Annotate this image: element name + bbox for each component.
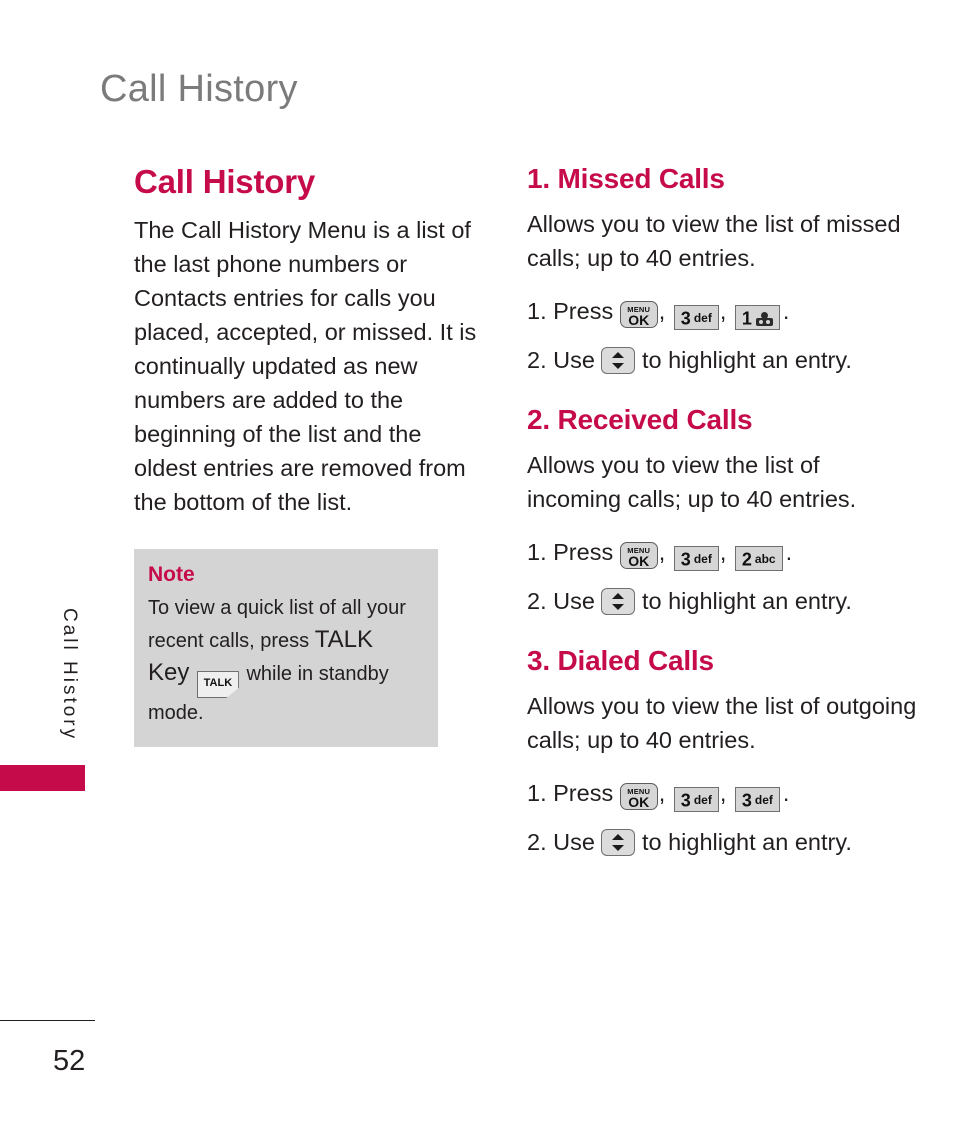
talk-key-icon: TALK xyxy=(196,671,239,698)
section-received-calls: 2. Received Calls Allows you to view the… xyxy=(527,404,919,619)
step-label: 2. Use xyxy=(527,829,595,855)
comma: , xyxy=(719,780,727,806)
period: . xyxy=(782,780,790,806)
section-missed-calls: 1. Missed Calls Allows you to view the l… xyxy=(527,163,919,378)
step-use-nav-missed-calls: 2. Use to highlight an entry. xyxy=(527,342,919,378)
comma: , xyxy=(658,539,666,565)
section-body-received-calls: Allows you to view the list of incoming … xyxy=(527,452,857,512)
note-box: Note To view a quick list of all your re… xyxy=(134,549,438,747)
digit-2-key-icon: 2 abc xyxy=(734,546,783,571)
page-number: 52 xyxy=(53,1045,86,1077)
period: . xyxy=(785,539,793,565)
step-press-missed-calls: 1. Press MENU OK , 3 def , 1 . xyxy=(527,293,919,330)
digit-3-key-icon: 3 def xyxy=(673,546,719,571)
left-column: Call History The Call History Menu is a … xyxy=(134,163,482,747)
menu-ok-key-icon: MENU OK xyxy=(619,301,658,328)
right-column: 1. Missed Calls Allows you to view the l… xyxy=(527,163,919,886)
comma: , xyxy=(719,539,727,565)
step-label: 1. Press xyxy=(527,780,614,806)
running-head: Call History xyxy=(100,68,298,110)
digit-3-key-icon: 3 def xyxy=(673,787,719,812)
step-press-received-calls: 1. Press MENU OK , 3 def , 2 abc . xyxy=(527,534,919,571)
comma: , xyxy=(658,780,666,806)
section-title-dialed-calls: 3. Dialed Calls xyxy=(527,645,714,676)
intro-paragraph: The Call History Menu is a list of the l… xyxy=(134,217,477,515)
navigation-up-down-key-icon xyxy=(601,347,636,374)
section-title-missed-calls: 1. Missed Calls xyxy=(527,163,725,194)
note-title: Note xyxy=(148,563,195,586)
step-suffix: to highlight an entry. xyxy=(641,588,852,614)
note-text: To view a quick list of all your recent … xyxy=(148,593,420,729)
step-suffix: to highlight an entry. xyxy=(641,347,852,373)
step-press-dialed-calls: 1. Press MENU OK , 3 def , 3 def . xyxy=(527,775,919,812)
page-title: Call History xyxy=(134,163,315,200)
period: . xyxy=(782,298,790,324)
menu-ok-key-icon: MENU OK xyxy=(619,783,658,810)
step-use-nav-dialed-calls: 2. Use to highlight an entry. xyxy=(527,824,919,860)
section-body-missed-calls: Allows you to view the list of missed ca… xyxy=(527,211,901,271)
navigation-up-down-key-icon xyxy=(601,588,636,615)
step-label: 2. Use xyxy=(527,347,595,373)
step-label: 2. Use xyxy=(527,588,595,614)
step-label: 1. Press xyxy=(527,539,614,565)
digit-3-key-icon: 3 def xyxy=(673,305,719,330)
menu-ok-key-icon: MENU OK xyxy=(619,542,658,569)
step-use-nav-received-calls: 2. Use to highlight an entry. xyxy=(527,583,919,619)
step-suffix: to highlight an entry. xyxy=(641,829,852,855)
digit-1-voicemail-key-icon: 1 xyxy=(734,305,780,330)
section-dialed-calls: 3. Dialed Calls Allows you to view the l… xyxy=(527,645,919,860)
digit-3-key-icon-second: 3 def xyxy=(734,787,780,812)
step-label: 1. Press xyxy=(527,298,614,324)
section-body-dialed-calls: Allows you to view the list of outgoing … xyxy=(527,693,917,753)
footer-divider xyxy=(0,1020,95,1021)
comma: , xyxy=(719,298,727,324)
side-tab-accent-block xyxy=(0,765,85,791)
side-tab-label: Call History xyxy=(59,608,80,742)
voicemail-icon xyxy=(755,311,773,326)
navigation-up-down-key-icon xyxy=(601,829,636,856)
comma: , xyxy=(658,298,666,324)
section-title-received-calls: 2. Received Calls xyxy=(527,404,753,435)
